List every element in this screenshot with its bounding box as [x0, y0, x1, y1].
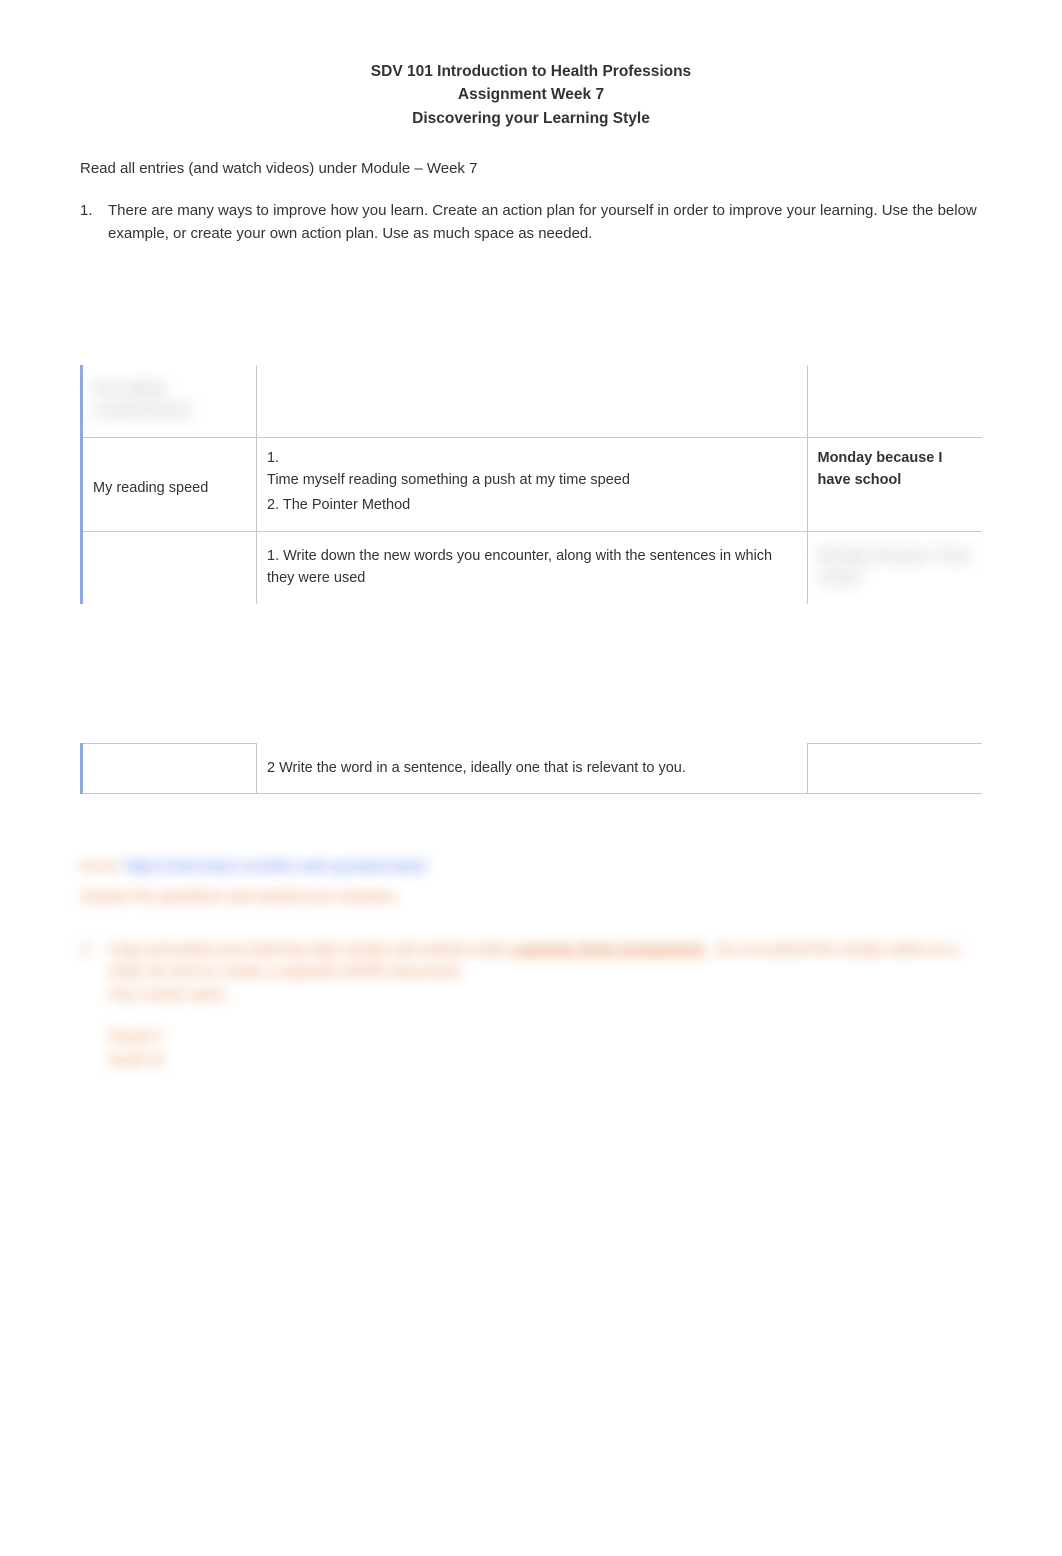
answer-line: Answer the questions and submit your ans… — [80, 886, 982, 909]
bottom-instructions: Go to: https://vark-learn.com/the-vark-q… — [80, 856, 982, 1072]
header-title: Discovering your Learning Style — [80, 107, 982, 130]
cell-day-blur: Monday because I have school — [807, 532, 982, 604]
step-2-text: 2. The Pointer Method — [257, 493, 808, 531]
step-1-text: Time myself reading something a push at … — [267, 470, 797, 492]
table-row: My reading comprehension — [82, 365, 983, 437]
goto-label: Go to: — [80, 858, 125, 875]
goto-line: Go to: https://vark-learn.com/the-vark-q… — [80, 856, 982, 879]
scores-label: Your scores were: — [108, 984, 982, 1007]
intro-text: Read all entries (and watch videos) unde… — [80, 158, 982, 181]
cell-vocab-step1: 1. Write down the new words you encounte… — [257, 532, 808, 604]
document-header: SDV 101 Introduction to Health Professio… — [80, 60, 982, 130]
step-1-number: 1. — [267, 448, 797, 470]
question-1-number: 1. — [80, 200, 108, 245]
vark-link[interactable]: https://vark-learn.com/the-vark-question… — [125, 858, 427, 875]
question-2-text: Copy and paste your learning style resul… — [108, 939, 982, 1007]
cell-steps: 1. Time myself reading something a push … — [257, 437, 808, 493]
question-1: 1. There are many ways to improve how yo… — [80, 200, 982, 245]
question-2: 2. Copy and paste your learning style re… — [80, 939, 982, 1007]
score-list: Visual 2 Aural 10 — [108, 1026, 982, 1071]
cell-reading-speed: My reading speed — [82, 437, 257, 531]
header-course: SDV 101 Introduction to Health Professio… — [80, 60, 982, 83]
score-aural: Aural 10 — [108, 1049, 982, 1072]
table-row: 1. Write down the new words you encounte… — [82, 532, 983, 604]
table-row: 2 Write the word in a sentence, ideally … — [82, 744, 983, 794]
table-row — [82, 794, 983, 796]
header-assignment: Assignment Week 7 — [80, 83, 982, 106]
cell-blur-header: My reading comprehension — [82, 365, 257, 437]
score-visual: Visual 2 — [108, 1026, 982, 1049]
table-row: My reading speed 1. Time myself reading … — [82, 437, 983, 493]
question-1-text: There are many ways to improve how you l… — [108, 200, 982, 245]
question-2-number: 2. — [80, 939, 108, 1007]
cell-vocab-step2: 2 Write the word in a sentence, ideally … — [257, 744, 808, 794]
action-plan-table: My reading comprehension My reading spee… — [80, 365, 982, 796]
table-row-gap — [82, 604, 983, 744]
cell-day: Monday because I have school — [807, 437, 982, 493]
